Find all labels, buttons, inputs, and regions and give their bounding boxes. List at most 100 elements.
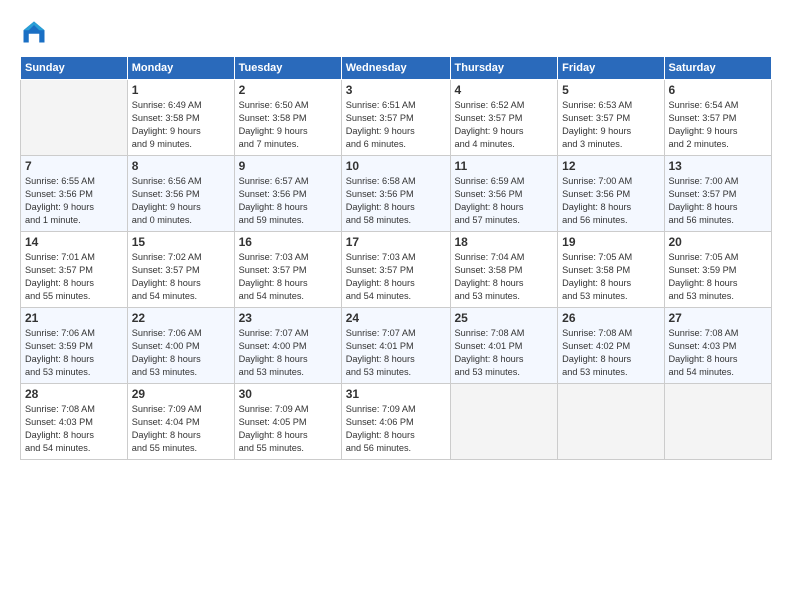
day-number: 19 xyxy=(562,235,659,249)
day-info: Sunrise: 6:57 AM Sunset: 3:56 PM Dayligh… xyxy=(239,175,337,227)
day-number: 29 xyxy=(132,387,230,401)
calendar-week-1: 1 Sunrise: 6:49 AM Sunset: 3:58 PM Daylig… xyxy=(21,80,772,156)
weekday-header-saturday: Saturday xyxy=(664,57,772,80)
calendar-cell xyxy=(450,384,558,460)
day-number: 4 xyxy=(455,83,554,97)
calendar-cell: 1 Sunrise: 6:49 AM Sunset: 3:58 PM Daylig… xyxy=(127,80,234,156)
day-number: 25 xyxy=(455,311,554,325)
weekday-header-tuesday: Tuesday xyxy=(234,57,341,80)
day-info: Sunrise: 7:05 AM Sunset: 3:59 PM Dayligh… xyxy=(669,251,768,303)
weekday-header-row: SundayMondayTuesdayWednesdayThursdayFrid… xyxy=(21,57,772,80)
day-number: 6 xyxy=(669,83,768,97)
day-info: Sunrise: 7:07 AM Sunset: 4:01 PM Dayligh… xyxy=(346,327,446,379)
day-info: Sunrise: 7:08 AM Sunset: 4:03 PM Dayligh… xyxy=(25,403,123,455)
day-number: 20 xyxy=(669,235,768,249)
page: SundayMondayTuesdayWednesdayThursdayFrid… xyxy=(0,0,792,612)
day-info: Sunrise: 6:59 AM Sunset: 3:56 PM Dayligh… xyxy=(455,175,554,227)
day-number: 15 xyxy=(132,235,230,249)
calendar-cell: 24Sunrise: 7:07 AM Sunset: 4:01 PM Dayli… xyxy=(341,308,450,384)
day-number: 28 xyxy=(25,387,123,401)
day-info: Sunrise: 6:50 AM Sunset: 3:58 PM Dayligh… xyxy=(239,99,337,151)
calendar-cell: 13 Sunrise: 7:00 AM Sunset: 3:57 PM Dayli… xyxy=(664,156,772,232)
day-number: 11 xyxy=(455,159,554,173)
day-number: 14 xyxy=(25,235,123,249)
calendar-cell: 18 Sunrise: 7:04 AM Sunset: 3:58 PM Dayli… xyxy=(450,232,558,308)
calendar-cell: 16 Sunrise: 7:03 AM Sunset: 3:57 PM Dayli… xyxy=(234,232,341,308)
day-number: 30 xyxy=(239,387,337,401)
day-number: 26 xyxy=(562,311,659,325)
day-number: 5 xyxy=(562,83,659,97)
calendar-cell: 19 Sunrise: 7:05 AM Sunset: 3:58 PM Dayli… xyxy=(558,232,664,308)
day-number: 21 xyxy=(25,311,123,325)
day-info: Sunrise: 7:08 AM Sunset: 4:02 PM Dayligh… xyxy=(562,327,659,379)
calendar-cell: 2 Sunrise: 6:50 AM Sunset: 3:58 PM Daylig… xyxy=(234,80,341,156)
day-number: 8 xyxy=(132,159,230,173)
day-info: Sunrise: 7:02 AM Sunset: 3:57 PM Dayligh… xyxy=(132,251,230,303)
weekday-header-thursday: Thursday xyxy=(450,57,558,80)
weekday-header-sunday: Sunday xyxy=(21,57,128,80)
calendar-cell: 25 Sunrise: 7:08 AM Sunset: 4:01 PM Dayli… xyxy=(450,308,558,384)
day-info: Sunrise: 7:04 AM Sunset: 3:58 PM Dayligh… xyxy=(455,251,554,303)
calendar-cell: 10 Sunrise: 6:58 AM Sunset: 3:56 PM Dayli… xyxy=(341,156,450,232)
day-info: Sunrise: 6:53 AM Sunset: 3:57 PM Dayligh… xyxy=(562,99,659,151)
day-info: Sunrise: 7:07 AM Sunset: 4:00 PM Dayligh… xyxy=(239,327,337,379)
day-info: Sunrise: 6:51 AM Sunset: 3:57 PM Dayligh… xyxy=(346,99,446,151)
day-info: Sunrise: 7:06 AM Sunset: 3:59 PM Dayligh… xyxy=(25,327,123,379)
calendar-cell: 31 Sunrise: 7:09 AM Sunset: 4:06 PM Dayli… xyxy=(341,384,450,460)
day-info: Sunrise: 7:03 AM Sunset: 3:57 PM Dayligh… xyxy=(239,251,337,303)
day-number: 18 xyxy=(455,235,554,249)
day-info: Sunrise: 6:55 AM Sunset: 3:56 PM Dayligh… xyxy=(25,175,123,227)
day-number: 10 xyxy=(346,159,446,173)
calendar-cell: 7Sunrise: 6:55 AM Sunset: 3:56 PM Daylig… xyxy=(21,156,128,232)
day-info: Sunrise: 7:09 AM Sunset: 4:06 PM Dayligh… xyxy=(346,403,446,455)
day-info: Sunrise: 6:52 AM Sunset: 3:57 PM Dayligh… xyxy=(455,99,554,151)
day-info: Sunrise: 6:54 AM Sunset: 3:57 PM Dayligh… xyxy=(669,99,768,151)
day-info: Sunrise: 7:00 AM Sunset: 3:57 PM Dayligh… xyxy=(669,175,768,227)
day-number: 22 xyxy=(132,311,230,325)
calendar-cell: 14 Sunrise: 7:01 AM Sunset: 3:57 PM Dayli… xyxy=(21,232,128,308)
weekday-header-wednesday: Wednesday xyxy=(341,57,450,80)
day-info: Sunrise: 7:01 AM Sunset: 3:57 PM Dayligh… xyxy=(25,251,123,303)
header xyxy=(20,18,772,46)
day-number: 16 xyxy=(239,235,337,249)
day-info: Sunrise: 6:56 AM Sunset: 3:56 PM Dayligh… xyxy=(132,175,230,227)
day-number: 13 xyxy=(669,159,768,173)
day-number: 12 xyxy=(562,159,659,173)
day-info: Sunrise: 6:58 AM Sunset: 3:56 PM Dayligh… xyxy=(346,175,446,227)
calendar-cell: 21 Sunrise: 7:06 AM Sunset: 3:59 PM Dayli… xyxy=(21,308,128,384)
calendar-cell: 17 Sunrise: 7:03 AM Sunset: 3:57 PM Dayli… xyxy=(341,232,450,308)
calendar-cell: 27Sunrise: 7:08 AM Sunset: 4:03 PM Dayli… xyxy=(664,308,772,384)
calendar-week-2: 7Sunrise: 6:55 AM Sunset: 3:56 PM Daylig… xyxy=(21,156,772,232)
calendar-cell xyxy=(664,384,772,460)
calendar-week-3: 14 Sunrise: 7:01 AM Sunset: 3:57 PM Dayli… xyxy=(21,232,772,308)
day-info: Sunrise: 7:06 AM Sunset: 4:00 PM Dayligh… xyxy=(132,327,230,379)
day-info: Sunrise: 7:09 AM Sunset: 4:04 PM Dayligh… xyxy=(132,403,230,455)
logo-icon xyxy=(20,18,48,46)
day-info: Sunrise: 7:03 AM Sunset: 3:57 PM Dayligh… xyxy=(346,251,446,303)
day-info: Sunrise: 7:09 AM Sunset: 4:05 PM Dayligh… xyxy=(239,403,337,455)
day-number: 3 xyxy=(346,83,446,97)
calendar-week-4: 21 Sunrise: 7:06 AM Sunset: 3:59 PM Dayli… xyxy=(21,308,772,384)
calendar-table: SundayMondayTuesdayWednesdayThursdayFrid… xyxy=(20,56,772,460)
calendar-cell xyxy=(558,384,664,460)
day-info: Sunrise: 7:05 AM Sunset: 3:58 PM Dayligh… xyxy=(562,251,659,303)
day-number: 23 xyxy=(239,311,337,325)
calendar-cell xyxy=(21,80,128,156)
day-number: 1 xyxy=(132,83,230,97)
day-number: 17 xyxy=(346,235,446,249)
weekday-header-friday: Friday xyxy=(558,57,664,80)
calendar-cell: 15 Sunrise: 7:02 AM Sunset: 3:57 PM Dayli… xyxy=(127,232,234,308)
calendar-cell: 28 Sunrise: 7:08 AM Sunset: 4:03 PM Dayli… xyxy=(21,384,128,460)
calendar-cell: 4 Sunrise: 6:52 AM Sunset: 3:57 PM Daylig… xyxy=(450,80,558,156)
calendar-cell: 30 Sunrise: 7:09 AM Sunset: 4:05 PM Dayli… xyxy=(234,384,341,460)
day-info: Sunrise: 6:49 AM Sunset: 3:58 PM Dayligh… xyxy=(132,99,230,151)
calendar-cell: 3 Sunrise: 6:51 AM Sunset: 3:57 PM Daylig… xyxy=(341,80,450,156)
day-number: 31 xyxy=(346,387,446,401)
day-number: 27 xyxy=(669,311,768,325)
day-info: Sunrise: 7:08 AM Sunset: 4:01 PM Dayligh… xyxy=(455,327,554,379)
calendar-cell: 22 Sunrise: 7:06 AM Sunset: 4:00 PM Dayli… xyxy=(127,308,234,384)
day-info: Sunrise: 7:00 AM Sunset: 3:56 PM Dayligh… xyxy=(562,175,659,227)
logo xyxy=(20,18,52,46)
day-number: 2 xyxy=(239,83,337,97)
calendar-cell: 26 Sunrise: 7:08 AM Sunset: 4:02 PM Dayli… xyxy=(558,308,664,384)
